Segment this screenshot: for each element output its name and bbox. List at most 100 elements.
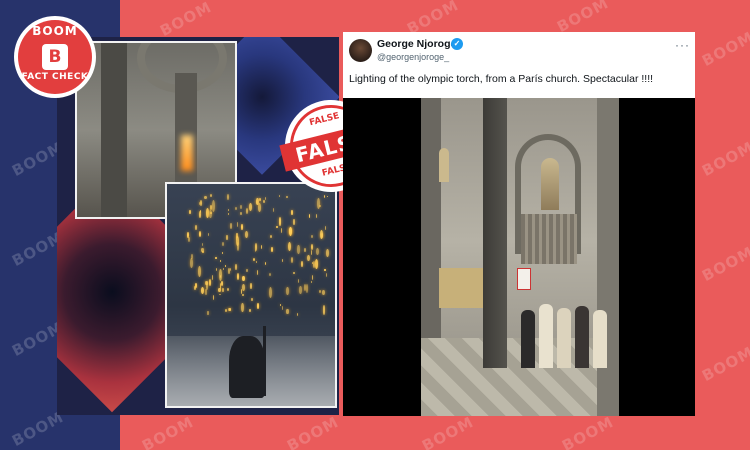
firework-spark <box>306 254 310 261</box>
firework-spark <box>325 273 327 278</box>
firework-spark <box>299 285 302 295</box>
firework-spark <box>198 202 200 205</box>
firework-spark <box>250 282 252 290</box>
firework-spark <box>262 200 265 204</box>
church-altar <box>439 268 483 308</box>
firework-spark <box>311 235 313 238</box>
church-organ <box>521 214 577 264</box>
firework-spark <box>297 245 300 254</box>
firework-spark <box>197 266 201 278</box>
church-window <box>541 158 559 210</box>
firework-spark <box>244 231 248 239</box>
firework-spark <box>200 287 204 295</box>
firework-spark <box>257 203 261 212</box>
firework-spark <box>215 257 217 260</box>
firework-spark <box>287 241 291 251</box>
verified-check-icon: ✓ <box>451 38 463 50</box>
person-silhouette <box>557 308 571 368</box>
firework-spark <box>193 286 196 290</box>
firework-spark <box>226 235 228 241</box>
firework-spark <box>305 284 309 293</box>
person-silhouette <box>521 310 535 368</box>
firework-spark <box>239 211 242 215</box>
firework-spark <box>201 242 204 246</box>
firework-spark <box>310 280 312 283</box>
firework-spark <box>245 207 248 215</box>
firework-spark <box>227 308 231 312</box>
firework-spark <box>271 246 273 252</box>
firework-spark <box>221 251 223 254</box>
logo-boom-text: BOOM <box>32 24 78 38</box>
avatar[interactable] <box>349 39 372 62</box>
logo-b-icon: B <box>42 44 68 70</box>
firework-spark <box>191 253 194 259</box>
firework-spark <box>323 268 326 272</box>
person-silhouette <box>539 304 553 368</box>
firework-spark <box>211 200 215 212</box>
firework-spark <box>235 263 237 270</box>
firework-spark <box>227 268 230 274</box>
firework-spark <box>189 209 191 214</box>
firework-spark <box>286 309 289 315</box>
statue-silhouette <box>229 336 265 398</box>
author-handle[interactable]: @georgenjoroge_ <box>377 52 449 62</box>
firework-spark <box>272 208 275 213</box>
person-silhouette <box>593 310 607 368</box>
tweet-card: George Njoroge ✓ @georgenjoroge_ ··· Lig… <box>343 32 695 416</box>
church-column <box>101 43 127 217</box>
firework-spark <box>286 195 288 198</box>
church-window <box>439 148 449 182</box>
firework-spark <box>220 280 223 286</box>
firework-spark <box>215 268 217 271</box>
boom-fact-check-logo: BOOM B FACT CHECK <box>14 16 96 98</box>
firework-spark <box>218 287 221 292</box>
firework-spark <box>248 203 252 212</box>
firework-spark <box>187 231 189 238</box>
author-name[interactable]: George Njoroge <box>377 38 456 50</box>
church-pillar <box>597 98 619 416</box>
firework-spark <box>242 276 245 282</box>
firework-spark <box>319 230 323 240</box>
firework-spark <box>259 198 261 202</box>
firework-spark <box>251 297 253 301</box>
firework-spark <box>324 225 326 230</box>
tweet-text: Lighting of the olympic torch, from a Pa… <box>349 73 654 85</box>
church-video-frame <box>421 98 619 416</box>
procession-flag <box>517 268 531 290</box>
fireworks-photo <box>165 182 337 408</box>
more-options-icon[interactable]: ··· <box>675 38 690 52</box>
firework-spark <box>291 209 293 216</box>
firework-spark <box>325 248 329 257</box>
firework-spark <box>207 310 209 315</box>
firework-spark <box>207 233 209 236</box>
person-silhouette <box>575 306 589 368</box>
firework-spark <box>204 195 208 199</box>
firework-spark <box>301 261 303 268</box>
firework-spark <box>249 308 251 312</box>
pole-silhouette <box>263 326 266 396</box>
firework-spark <box>189 258 193 269</box>
tweet-video[interactable] <box>343 98 695 416</box>
firework-spark <box>205 280 209 290</box>
firework-spark <box>226 287 230 291</box>
torch-glow <box>181 135 193 171</box>
firework-spark <box>268 286 272 299</box>
firework-spark <box>205 208 209 219</box>
firework-spark <box>241 284 245 291</box>
firework-spark <box>288 226 292 235</box>
firework-spark <box>286 286 289 295</box>
firework-spark <box>278 194 280 197</box>
firework-spark <box>222 287 224 293</box>
logo-letter: B <box>48 47 62 67</box>
church-pillar <box>483 98 507 368</box>
firework-spark <box>201 248 205 252</box>
firework-spark <box>236 272 239 281</box>
firework-spark <box>241 302 244 312</box>
firework-spark <box>219 293 221 296</box>
firework-spark <box>256 197 259 205</box>
composite-image-panel <box>57 37 339 415</box>
logo-fact-check-text: FACT CHECK <box>21 72 89 82</box>
firework-spark <box>224 264 226 267</box>
clergy-group <box>521 288 611 368</box>
firework-spark <box>240 288 243 294</box>
